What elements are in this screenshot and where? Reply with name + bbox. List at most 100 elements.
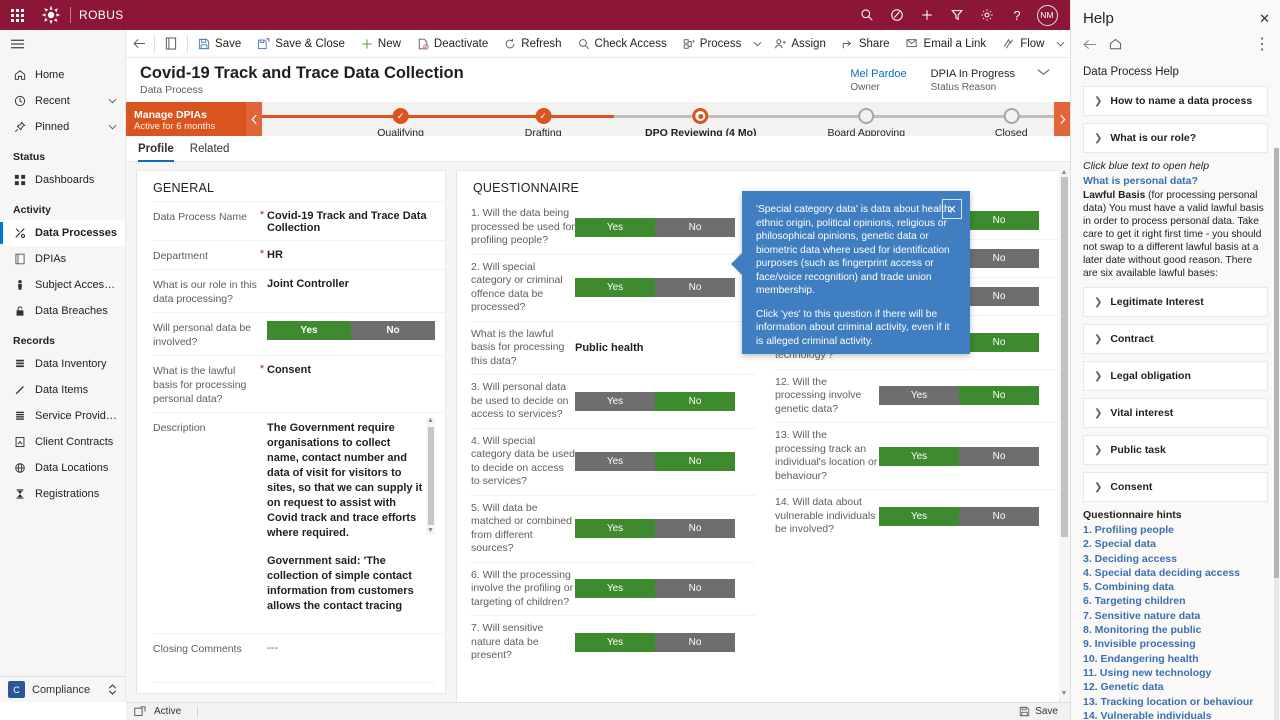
flow-chevron-down-icon[interactable] — [1052, 41, 1069, 47]
help-hint-14[interactable]: 14. Vulnerable individuals — [1083, 709, 1268, 720]
help-hint-5[interactable]: 5. Combining data — [1083, 580, 1268, 594]
help-icon[interactable]: ? — [1002, 0, 1032, 30]
help-hint-7[interactable]: 7. Sensitive nature data — [1083, 609, 1268, 623]
help-hint-10[interactable]: 10. Endangering health — [1083, 652, 1268, 666]
toggle-no-option[interactable]: No — [959, 446, 1039, 466]
form-selector-icon[interactable] — [157, 30, 185, 58]
sidebar-item-dpias[interactable]: DPIAs — [0, 246, 125, 272]
save-and-close-button[interactable]: Save & Close — [249, 30, 353, 58]
toggle-yes-option[interactable]: Yes — [879, 386, 959, 406]
process-button[interactable]: Process — [675, 30, 750, 58]
updown-chevron-icon[interactable] — [108, 684, 117, 695]
scroll-track[interactable] — [1059, 177, 1069, 689]
app-switcher[interactable]: C Compliance — [0, 676, 125, 702]
more-vertical-icon[interactable]: ⋮ — [1254, 34, 1270, 54]
sidebar-item-registrations[interactable]: Registrations — [0, 481, 125, 507]
email-a-link-button[interactable]: Email a Link — [898, 30, 995, 58]
owner-field[interactable]: Mel Pardoe Owner — [838, 68, 918, 93]
sidebar-item-home[interactable]: Home — [0, 62, 125, 88]
sidebar-item-data-inventory[interactable]: Data Inventory — [0, 351, 125, 377]
home-icon[interactable] — [1109, 38, 1122, 50]
new-button[interactable]: New — [353, 30, 409, 58]
help-hint-3[interactable]: 3. Deciding access — [1083, 552, 1268, 566]
new-icon[interactable] — [912, 0, 942, 30]
help-hint-12[interactable]: 12. Genetic data — [1083, 680, 1268, 694]
back-arrow-icon[interactable] — [1083, 39, 1097, 50]
deactivate-button[interactable]: Deactivate — [409, 30, 496, 58]
scroll-up-icon[interactable]: ▲ — [427, 417, 434, 425]
help-link-personal-data[interactable]: What is personal data? — [1083, 175, 1268, 187]
toggle-yes-option[interactable]: Yes — [575, 217, 655, 237]
help-hint-9[interactable]: 9. Invisible processing — [1083, 637, 1268, 651]
toggle-no-option[interactable]: No — [959, 506, 1039, 526]
sidebar-item-data-processes[interactable]: Data Processes — [0, 220, 125, 246]
back-arrow-icon[interactable] — [126, 38, 152, 49]
scroll-thumb[interactable] — [1274, 148, 1279, 578]
toggle-yes-option[interactable]: Yes — [575, 579, 655, 599]
sidebar-toggle-icon[interactable] — [0, 30, 125, 58]
check-access-button[interactable]: Check Access — [570, 30, 675, 58]
sidebar-item-dashboards[interactable]: Dashboards — [0, 167, 125, 193]
chevron-right-icon[interactable] — [1054, 102, 1070, 136]
field-value[interactable]: HR — [267, 247, 435, 261]
status-reason-field[interactable]: DPIA In Progress Status Reason — [919, 68, 1027, 93]
description-scrollbar[interactable]: ▲ ▼ — [426, 417, 435, 535]
bpf-stage-closed[interactable]: Closed — [995, 102, 1028, 139]
avatar[interactable]: NM — [1032, 0, 1062, 30]
app-launcher-icon[interactable] — [0, 8, 34, 22]
help-hint-1[interactable]: 1. Profiling people — [1083, 523, 1268, 537]
help-scrollbar[interactable] — [1274, 148, 1279, 720]
chevron-down-icon[interactable] — [1027, 68, 1056, 76]
process-chevron-down-icon[interactable] — [749, 41, 766, 47]
toggle-no-option[interactable]: No — [655, 391, 735, 411]
bpf-stage-qualifying[interactable]: ✓ Qualifying — [377, 102, 424, 139]
owner-value[interactable]: Mel Pardoe — [850, 68, 906, 80]
bpf-active-stage[interactable]: Manage DPIAs Active for 6 months — [126, 102, 246, 136]
chevron-down-icon[interactable] — [108, 124, 125, 130]
help-accordion-legitimate-interest[interactable]: ❯ Legitimate Interest — [1083, 287, 1268, 317]
close-icon[interactable]: ✕ — [942, 199, 962, 219]
toggle-no-option[interactable]: No — [655, 632, 735, 652]
help-accordion-legal-obligation[interactable]: ❯ Legal obligation — [1083, 361, 1268, 391]
assistant-icon[interactable] — [882, 0, 912, 30]
save-button[interactable]: Save — [190, 30, 249, 58]
toggle-no-option[interactable]: No — [655, 278, 735, 297]
help-hint-13[interactable]: 13. Tracking location or behaviour — [1083, 695, 1268, 709]
tab-profile[interactable]: Profile — [138, 136, 174, 162]
toggle-yes-option[interactable]: Yes — [879, 446, 959, 466]
toggle-yes-option[interactable]: Yes — [575, 632, 655, 652]
scroll-thumb[interactable] — [1060, 177, 1068, 537]
scroll-thumb[interactable] — [427, 427, 434, 525]
bpf-stage-dpo-reviewing[interactable]: DPO Reviewing (4 Mo) — [645, 102, 756, 139]
scroll-up-icon[interactable]: ▲ — [1061, 168, 1068, 177]
toggle-yes-option[interactable]: Yes — [575, 519, 655, 538]
filter-icon[interactable] — [942, 0, 972, 30]
expand-icon[interactable] — [134, 706, 146, 717]
flow-button[interactable]: Flow — [994, 30, 1052, 58]
sidebar-item-subject-access-requests[interactable]: Subject Access Requ... — [0, 272, 125, 298]
toggle-no-option[interactable]: No — [959, 332, 1039, 352]
help-accordion-public-task[interactable]: ❯ Public task — [1083, 435, 1268, 465]
sidebar-item-data-breaches[interactable]: Data Breaches — [0, 298, 125, 324]
tab-related[interactable]: Related — [190, 136, 230, 162]
toggle-no-option[interactable]: No — [959, 287, 1039, 306]
toggle-no-option[interactable]: No — [959, 249, 1039, 268]
toggle-yes-option[interactable]: Yes — [575, 278, 655, 297]
sidebar-item-data-locations[interactable]: Data Locations — [0, 455, 125, 481]
sidebar-item-pinned[interactable]: Pinned — [0, 114, 125, 140]
help-accordion-consent[interactable]: ❯ Consent — [1083, 472, 1268, 502]
close-icon[interactable]: ✕ — [1259, 11, 1270, 27]
toggle-no-option[interactable]: No — [655, 519, 735, 538]
help-hint-6[interactable]: 6. Targeting children — [1083, 594, 1268, 608]
toggle-yes-option[interactable]: Yes — [575, 391, 655, 411]
status-bar-save[interactable]: Save — [1019, 706, 1070, 717]
help-accordion-contract[interactable]: ❯ Contract — [1083, 324, 1268, 354]
chevron-left-icon[interactable] — [246, 102, 262, 136]
help-hint-8[interactable]: 8. Monitoring the public — [1083, 623, 1268, 637]
help-accordion-vital-interest[interactable]: ❯ Vital interest — [1083, 398, 1268, 428]
help-hint-11[interactable]: 11. Using new technology — [1083, 666, 1268, 680]
help-hint-2[interactable]: 2. Special data — [1083, 537, 1268, 551]
field-value[interactable]: Consent — [267, 362, 435, 376]
refresh-button[interactable]: Refresh — [496, 30, 569, 58]
bpf-stage-drafting[interactable]: ✓ Drafting — [525, 102, 562, 139]
